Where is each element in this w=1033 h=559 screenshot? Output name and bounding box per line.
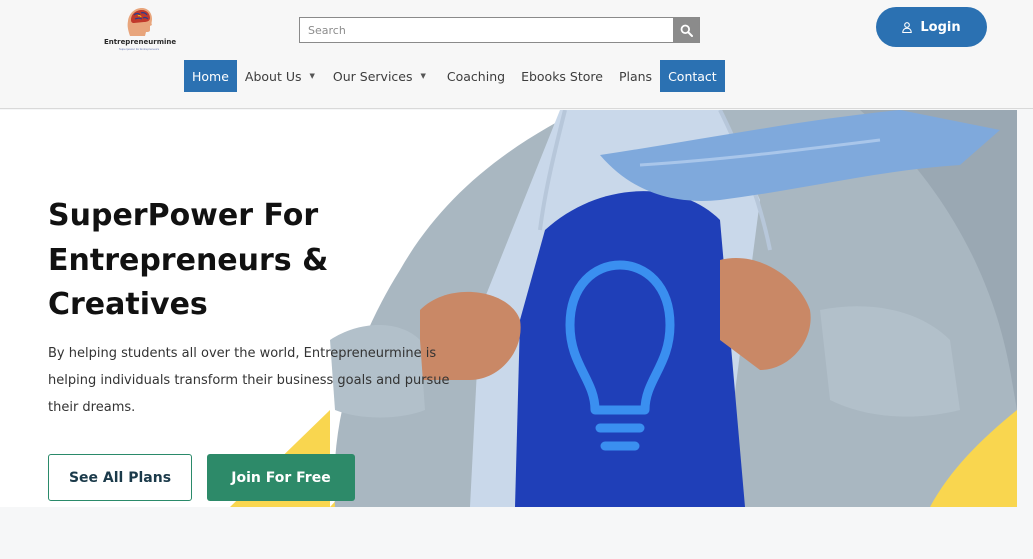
logo-tagline: Superpower for Entrepreneurs <box>118 47 160 51</box>
nav-item-our-services[interactable]: Our Services ▼ <box>323 60 434 92</box>
search-icon <box>680 24 693 37</box>
site-logo[interactable]: Entrepreneurmine Superpower for Entrepre… <box>104 6 177 54</box>
caret-down-icon: ▼ <box>420 72 426 80</box>
search-button[interactable] <box>673 18 699 42</box>
search-bar <box>299 17 700 43</box>
nav-item-plans[interactable]: Plans <box>611 60 660 92</box>
site-header: Entrepreneurmine Superpower for Entrepre… <box>0 0 1033 109</box>
caret-down-icon: ▼ <box>309 72 315 80</box>
login-button[interactable]: Login <box>876 7 987 47</box>
search-input[interactable] <box>300 18 673 42</box>
hero-section: SuperPower For Entrepreneurs & Creatives… <box>0 110 1017 507</box>
see-all-plans-button[interactable]: See All Plans <box>48 454 192 501</box>
join-for-free-button[interactable]: Join For Free <box>207 454 355 501</box>
nav-label-plans: Plans <box>618 68 653 84</box>
nav-item-about-us[interactable]: About Us ▼ <box>237 60 323 92</box>
nav-item-coaching[interactable]: Coaching <box>434 60 513 92</box>
brain-head-logo-icon <box>127 8 152 36</box>
hero-description: By helping students all over the world, … <box>48 346 450 415</box>
nav-label-about-us: About Us <box>244 68 302 84</box>
nav-label-ebooks-store: Ebooks Store <box>521 68 603 84</box>
main-nav: Home About Us ▼ Our Services ▼ Coaching … <box>184 60 725 92</box>
nav-item-home[interactable]: Home <box>184 60 237 92</box>
hero-title: SuperPower For Entrepreneurs & Creatives <box>48 198 329 322</box>
nav-label-contact: Contact <box>668 68 717 84</box>
nav-item-ebooks-store[interactable]: Ebooks Store <box>513 60 611 92</box>
logo-text: Entrepreneurmine <box>104 38 177 46</box>
user-icon <box>902 21 913 33</box>
nav-label-home: Home <box>192 68 229 84</box>
nav-label-our-services: Our Services <box>332 68 413 84</box>
login-label: Login <box>920 19 961 35</box>
nav-label-coaching: Coaching <box>446 68 506 84</box>
nav-item-contact[interactable]: Contact <box>660 60 725 92</box>
